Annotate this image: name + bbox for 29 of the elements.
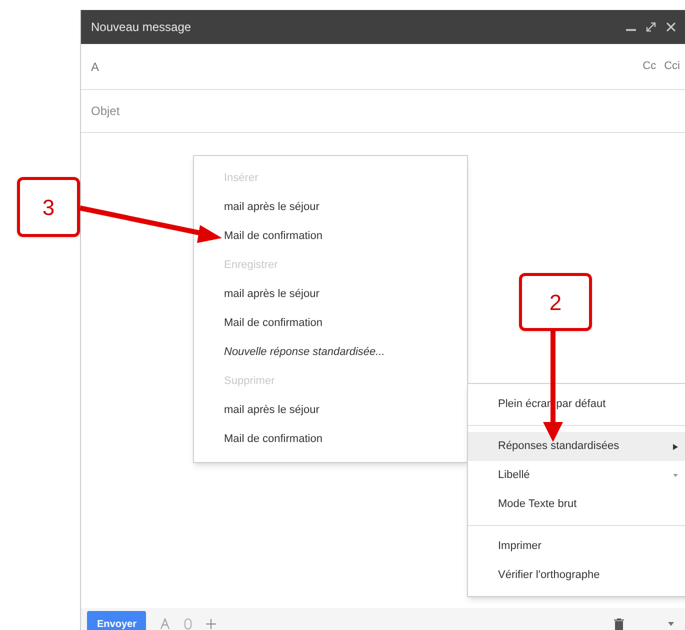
menu-item[interactable]: Vérifier l'orthographe xyxy=(468,561,685,590)
callout-label: 3 xyxy=(17,177,80,237)
submenu-arrow-icon xyxy=(673,444,678,450)
recipients-field[interactable]: A Cc Cci xyxy=(81,44,685,90)
callout-label: 2 xyxy=(519,273,592,331)
menu-item[interactable]: Réponses standardisées xyxy=(468,432,685,461)
window-title: Nouveau message xyxy=(91,19,192,36)
text-format-icon[interactable] xyxy=(160,618,170,630)
plus-icon[interactable] xyxy=(206,619,216,629)
expand-icon[interactable] xyxy=(646,22,656,32)
menu-item[interactable]: mail après le séjour xyxy=(194,396,467,425)
send-button[interactable]: Envoyer xyxy=(87,611,146,630)
bcc-link[interactable]: Cci xyxy=(664,58,680,75)
caret-icon xyxy=(673,474,678,477)
menu-item[interactable]: Mail de confirmation xyxy=(194,309,467,338)
subject-field[interactable]: Objet xyxy=(81,90,685,133)
cc-link[interactable]: Cc xyxy=(642,58,656,75)
recipients-label: A xyxy=(91,58,100,76)
caret-icon[interactable] xyxy=(668,622,674,626)
menu-item[interactable]: Nouvelle réponse standardisée... xyxy=(194,338,467,367)
close-icon[interactable] xyxy=(666,22,676,32)
menu-item[interactable]: mail après le séjour xyxy=(194,193,467,222)
menu-item[interactable]: Mode Texte brut xyxy=(468,490,685,519)
menu-item[interactable]: Imprimer xyxy=(468,532,685,561)
menu-item[interactable]: Mail de confirmation xyxy=(194,222,467,251)
menu-item[interactable]: mail après le séjour xyxy=(194,280,467,309)
menu-item[interactable]: Libellé xyxy=(468,461,685,490)
trash-icon[interactable] xyxy=(614,618,624,630)
menu-item[interactable]: Mail de confirmation xyxy=(194,425,467,454)
